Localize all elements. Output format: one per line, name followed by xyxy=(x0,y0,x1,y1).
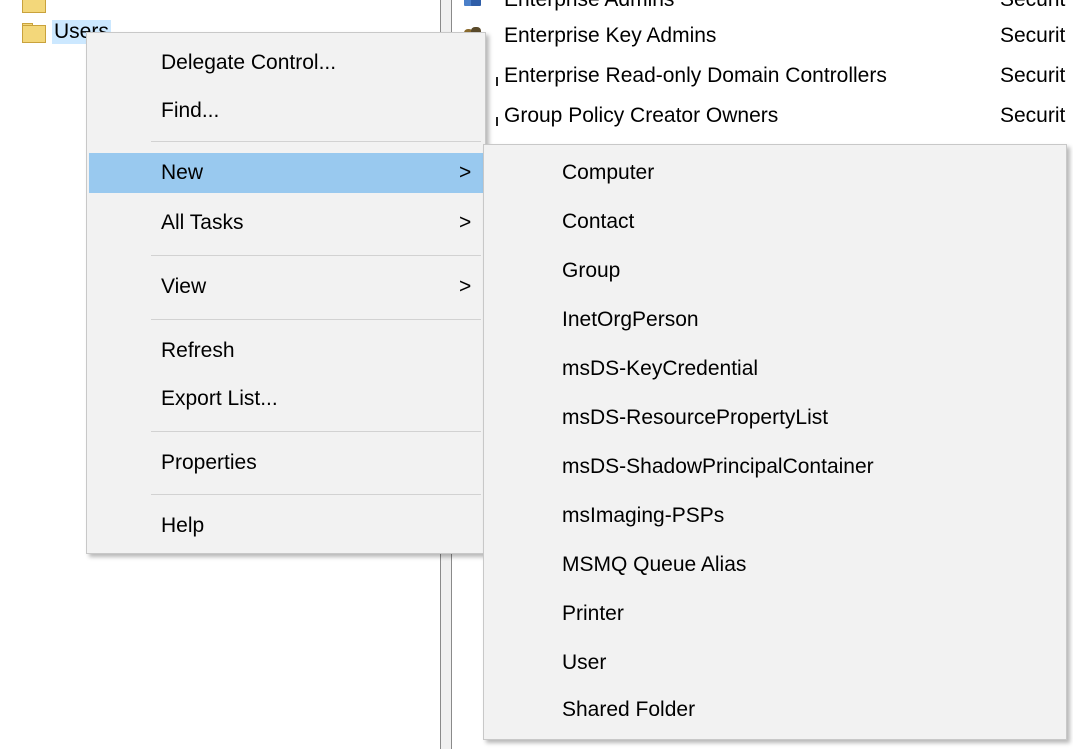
folder-icon xyxy=(22,0,46,13)
context-menu: Delegate Control... Find... New > All Ta… xyxy=(86,32,486,554)
list-item[interactable]: Enterprise Read-only Domain Controllers … xyxy=(452,62,1073,92)
folder-icon xyxy=(22,23,46,43)
menu-item-find[interactable]: Find... xyxy=(89,91,483,131)
submenu-item-label: msImaging-PSPs xyxy=(562,504,725,527)
submenu-item-label: MSMQ Queue Alias xyxy=(562,553,747,576)
submenu-item-shared-folder[interactable]: Shared Folder xyxy=(486,690,1064,730)
submenu-item-label: Group xyxy=(562,259,621,282)
menu-item-label: Export List... xyxy=(161,387,278,410)
list-item[interactable]: Enterprise Key Admins Securit xyxy=(452,22,1073,52)
new-submenu: Computer Contact Group InetOrgPerson msD… xyxy=(483,144,1067,740)
menu-item-new[interactable]: New > xyxy=(89,153,483,193)
submenu-item-printer[interactable]: Printer xyxy=(486,594,1064,634)
list-item-name: Enterprise Key Admins xyxy=(504,24,717,47)
menu-item-label: View xyxy=(161,275,207,298)
menu-separator xyxy=(151,141,481,142)
submenu-item-msimaging-psps[interactable]: msImaging-PSPs xyxy=(486,496,1064,536)
submenu-item-label: msDS-ShadowPrincipalContainer xyxy=(562,455,874,478)
icon-fragment xyxy=(496,77,498,86)
menu-item-all-tasks[interactable]: All Tasks > xyxy=(89,203,483,243)
menu-item-label: All Tasks xyxy=(161,211,244,234)
submenu-item-contact[interactable]: Contact xyxy=(486,202,1064,242)
menu-separator xyxy=(151,319,481,320)
list-item-type: Securit xyxy=(1000,24,1066,47)
menu-item-export-list[interactable]: Export List... xyxy=(89,379,483,419)
submenu-item-label: msDS-ResourcePropertyList xyxy=(562,406,829,429)
menu-separator xyxy=(151,255,481,256)
menu-item-help[interactable]: Help xyxy=(89,506,483,546)
submenu-item-label: msDS-KeyCredential xyxy=(562,357,759,380)
submenu-item-label: Computer xyxy=(562,161,655,184)
menu-item-properties[interactable]: Properties xyxy=(89,443,483,483)
submenu-item-msds-keycredential[interactable]: msDS-KeyCredential xyxy=(486,349,1064,389)
menu-item-label: Find... xyxy=(161,99,220,122)
menu-separator xyxy=(151,494,481,495)
menu-item-view[interactable]: View > xyxy=(89,267,483,307)
submenu-item-label: InetOrgPerson xyxy=(562,308,699,331)
submenu-item-label: Shared Folder xyxy=(562,698,696,721)
submenu-item-label: Printer xyxy=(562,602,624,625)
submenu-item-msds-resourcepropertylist[interactable]: msDS-ResourcePropertyList xyxy=(486,398,1064,438)
list-item-type: Securit xyxy=(1000,64,1066,87)
menu-item-refresh[interactable]: Refresh xyxy=(89,331,483,371)
tree-item-folder[interactable] xyxy=(22,0,52,16)
group-icon xyxy=(462,0,484,10)
submenu-item-msds-shadowprincipalcontainer[interactable]: msDS-ShadowPrincipalContainer xyxy=(486,447,1064,487)
submenu-item-inetorgperson[interactable]: InetOrgPerson xyxy=(486,300,1064,340)
chevron-right-icon: > xyxy=(459,211,472,234)
list-item[interactable]: Enterprise Admins Securit xyxy=(452,0,1073,16)
submenu-item-label: Contact xyxy=(562,210,635,233)
submenu-item-label: User xyxy=(562,651,607,674)
menu-item-label: New xyxy=(161,161,204,184)
list-item-name: Enterprise Read-only Domain Controllers xyxy=(504,64,887,87)
chevron-right-icon: > xyxy=(459,275,472,298)
menu-separator xyxy=(151,431,481,432)
icon-fragment xyxy=(496,117,498,126)
menu-item-label: Help xyxy=(161,514,205,537)
menu-item-label: Properties xyxy=(161,451,257,474)
menu-item-label: Refresh xyxy=(161,339,235,362)
list-item-type: Securit xyxy=(1000,104,1066,127)
submenu-item-user[interactable]: User xyxy=(486,643,1064,683)
submenu-item-computer[interactable]: Computer xyxy=(486,153,1064,193)
chevron-right-icon: > xyxy=(459,161,472,184)
list-item-name: Enterprise Admins xyxy=(504,0,674,12)
menu-item-label: Delegate Control... xyxy=(161,51,337,74)
list-item-type: Securit xyxy=(1000,0,1065,12)
list-item-name: Group Policy Creator Owners xyxy=(504,104,779,127)
submenu-item-group[interactable]: Group xyxy=(486,251,1064,291)
submenu-item-msmq-queue-alias[interactable]: MSMQ Queue Alias xyxy=(486,545,1064,585)
list-item[interactable]: Group Policy Creator Owners Securit xyxy=(452,102,1073,132)
menu-item-delegate-control[interactable]: Delegate Control... xyxy=(89,43,483,83)
